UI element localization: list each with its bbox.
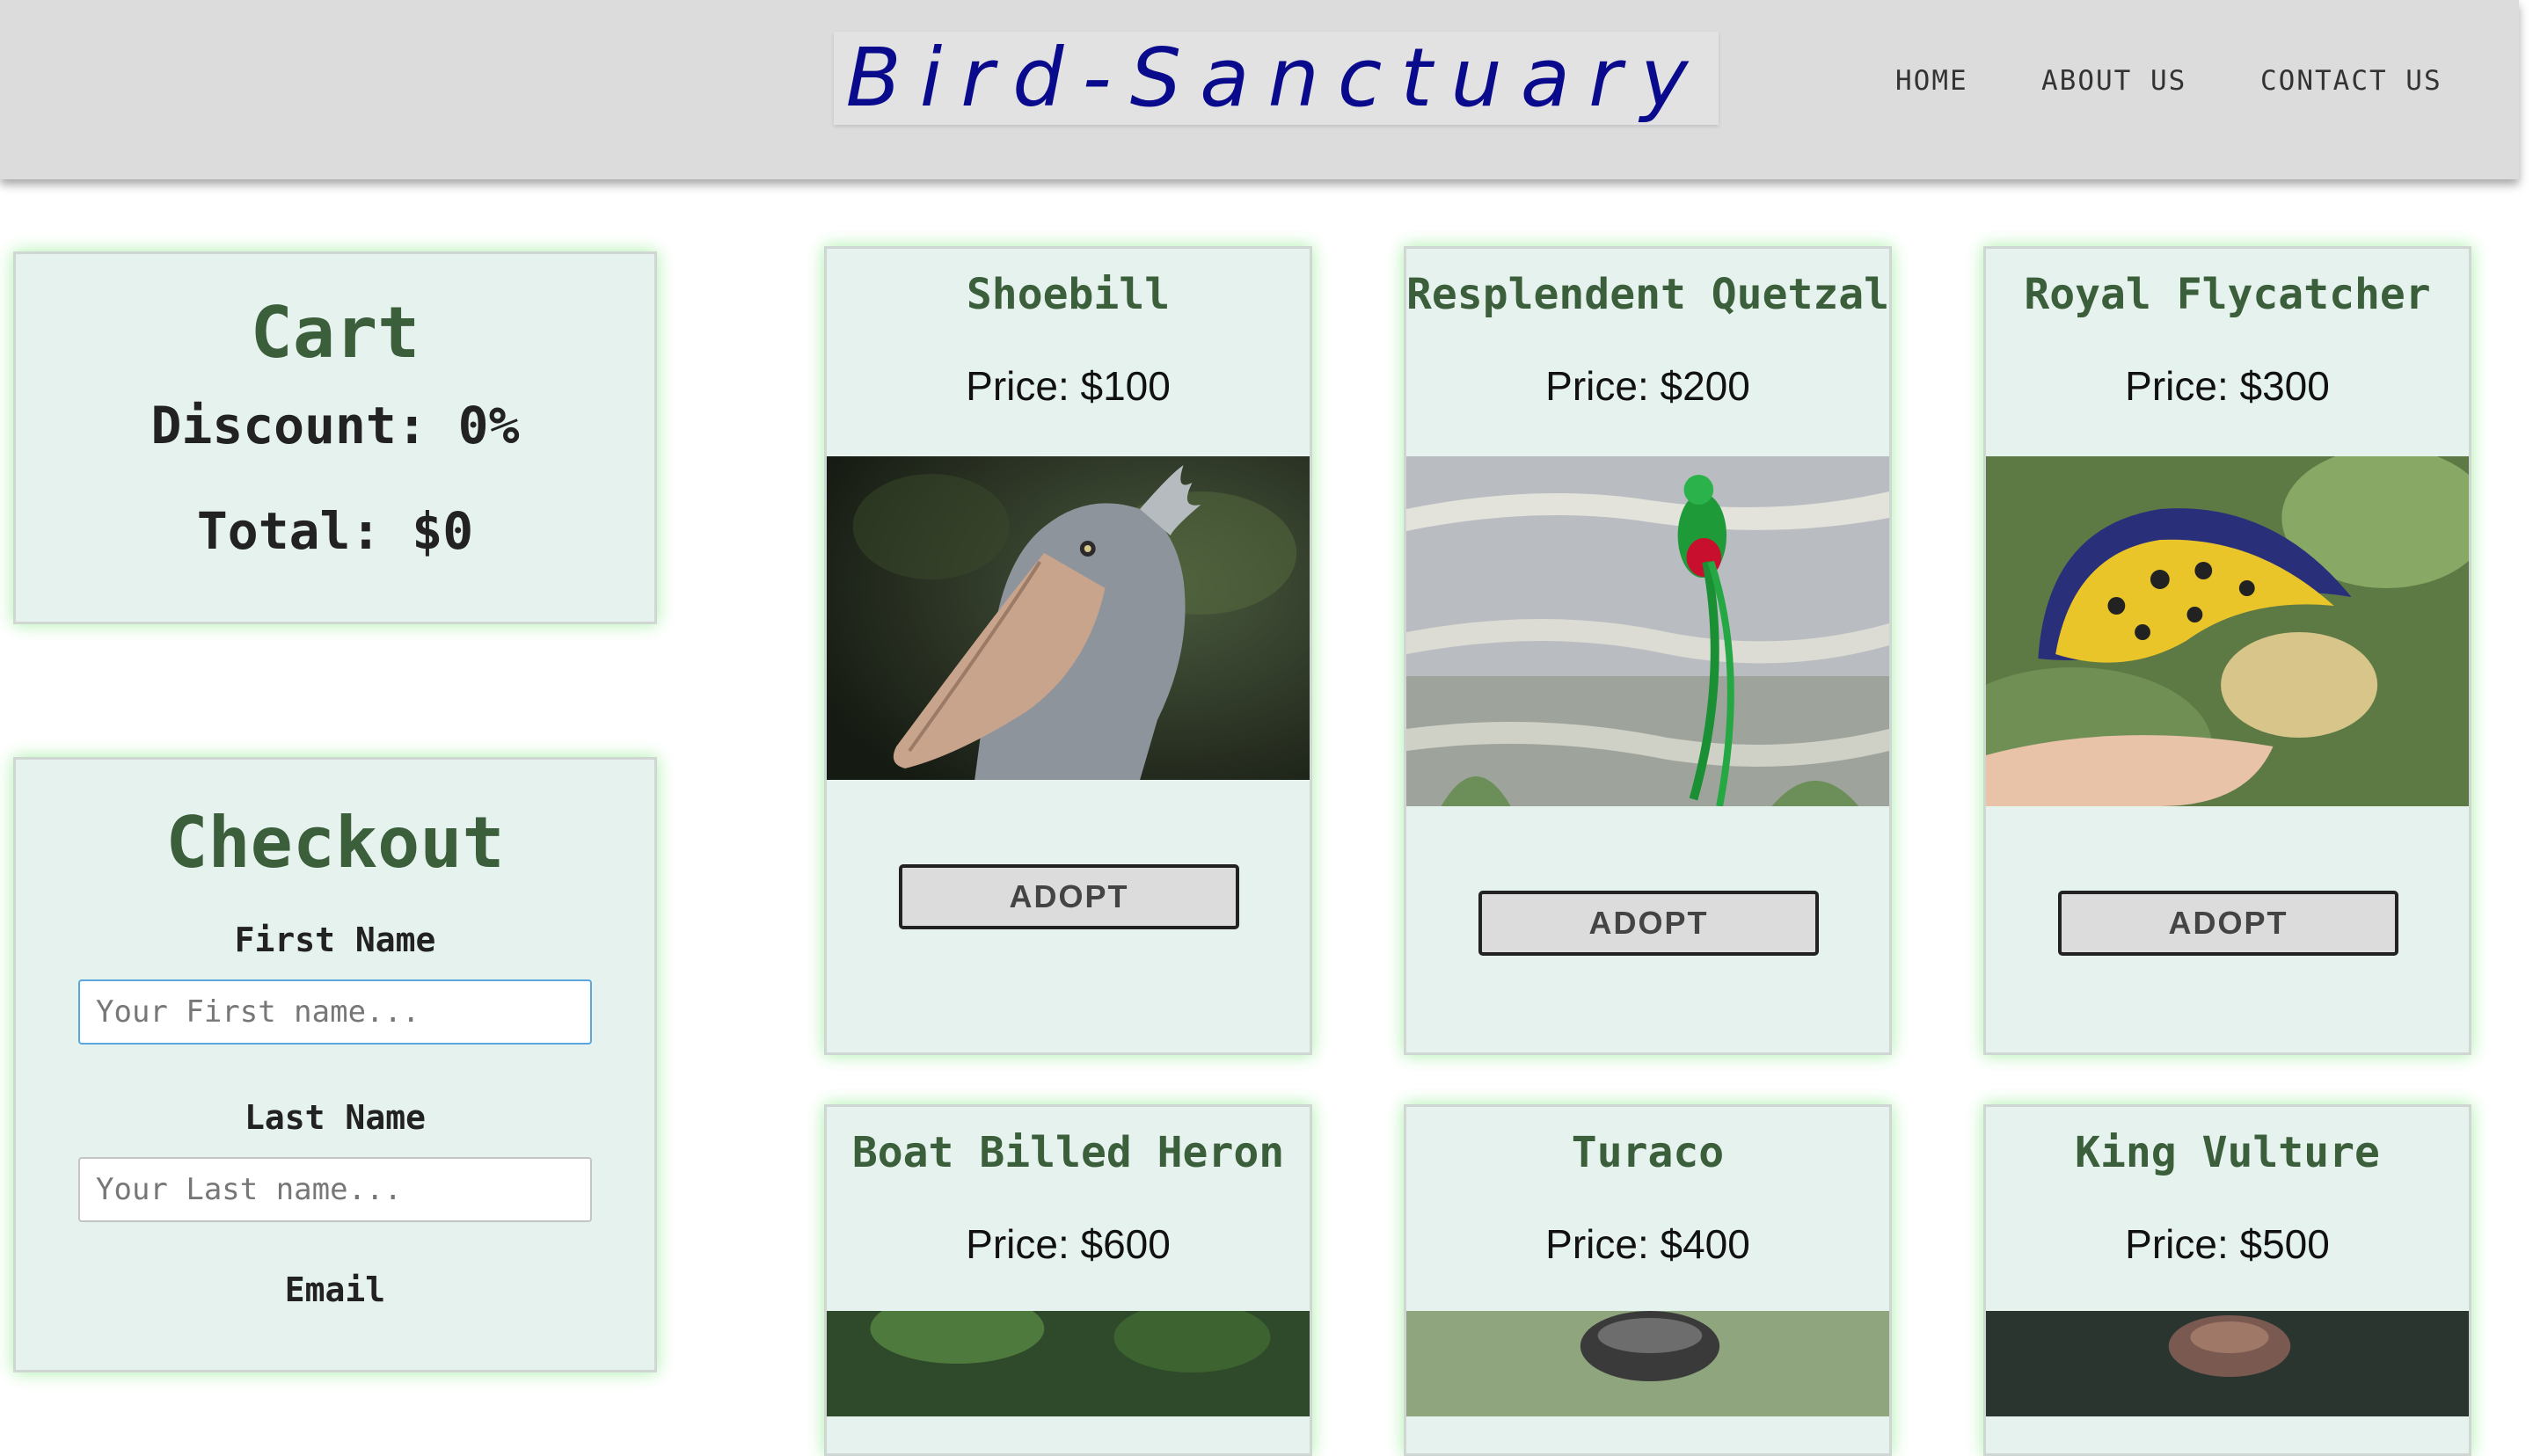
product-price: Price: $500	[2125, 1221, 2330, 1267]
product-card-royal-flycatcher: Royal Flycatcher Price: $300 ADOPT	[1983, 246, 2471, 1055]
product-price: Price: $600	[966, 1221, 1171, 1267]
last-name-label: Last Name	[245, 1098, 426, 1137]
product-name: Shoebill	[966, 270, 1171, 319]
product-price: Price: $200	[1545, 363, 1750, 409]
shoebill-bird-photo	[827, 456, 1310, 780]
checkout-panel: Checkout First Name Last Name Email	[13, 757, 657, 1372]
product-name: Boat Billed Heron	[851, 1128, 1285, 1177]
product-name: King Vulture	[2075, 1128, 2380, 1177]
site-logo[interactable]: Bird-Sanctuary	[834, 32, 1719, 125]
product-card-king-vulture: King Vulture Price: $500	[1983, 1104, 2471, 1456]
product-card-boat-billed-heron: Boat Billed Heron Price: $600	[824, 1104, 1312, 1456]
first-name-label: First Name	[234, 921, 436, 959]
adopt-button[interactable]: ADOPT	[2058, 891, 2398, 956]
nav-contact-link[interactable]: CONTACT US	[2260, 65, 2442, 97]
cart-discount: Discount: 0%	[150, 396, 520, 455]
email-label: Email	[284, 1270, 386, 1309]
boat-billed-heron-bird-photo	[827, 1311, 1310, 1416]
cart-title: Cart	[250, 292, 420, 374]
royal-flycatcher-bird-photo	[1986, 456, 2469, 806]
product-name: Turaco	[1571, 1128, 1725, 1177]
adopt-button[interactable]: ADOPT	[1478, 891, 1819, 956]
site-header: Bird-Sanctuary HOME ABOUT US CONTACT US	[0, 0, 2519, 179]
adopt-button[interactable]: ADOPT	[899, 864, 1239, 929]
product-card-quetzal: Resplendent Quetzal Price: $200 ADOPT	[1404, 246, 1892, 1055]
product-card-shoebill: Shoebill Price: $100 ADOPT	[824, 246, 1312, 1055]
product-price: Price: $100	[966, 363, 1171, 409]
checkout-title: Checkout	[165, 802, 505, 884]
quetzal-bird-photo	[1406, 456, 1889, 806]
cart-total: Total: $0	[196, 501, 474, 561]
king-vulture-bird-photo	[1986, 1311, 2469, 1416]
nav-about-link[interactable]: ABOUT US	[2041, 65, 2186, 97]
first-name-input[interactable]	[78, 979, 592, 1045]
last-name-input[interactable]	[78, 1157, 592, 1222]
turaco-bird-photo	[1406, 1311, 1889, 1416]
product-name: Royal Flycatcher	[2024, 270, 2431, 319]
product-price: Price: $400	[1545, 1221, 1750, 1267]
cart-panel: Cart Discount: 0% Total: $0	[13, 251, 657, 624]
product-price: Price: $300	[2125, 363, 2330, 409]
product-card-turaco: Turaco Price: $400	[1404, 1104, 1892, 1456]
nav-home-link[interactable]: HOME	[1895, 65, 1968, 97]
product-name: Resplendent Quetzal	[1406, 270, 1890, 319]
